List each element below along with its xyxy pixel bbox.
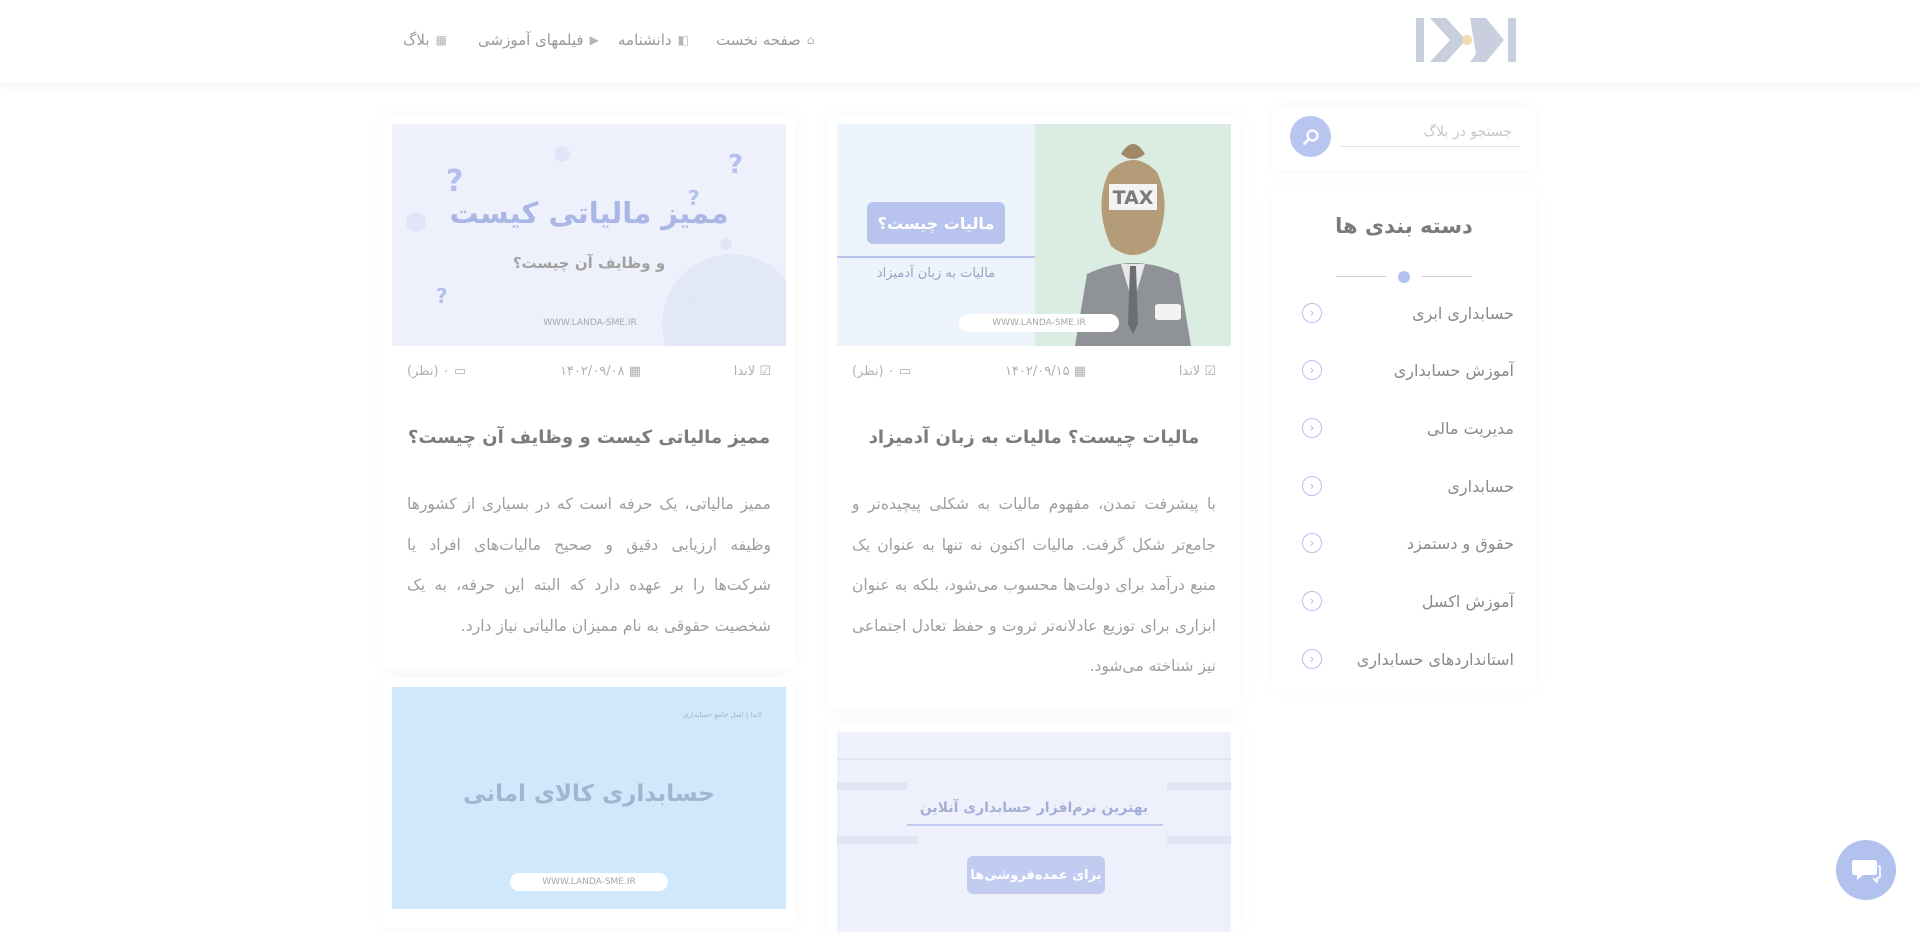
post-title[interactable]: مالیات چیست؟ مالیات به زبان آدمیزاد xyxy=(828,427,1240,448)
search-panel xyxy=(1272,106,1536,170)
search-button[interactable] xyxy=(1290,116,1331,157)
categories-panel: دسته بندی ها حسابداری ابری ‹ آموزش حسابد… xyxy=(1272,190,1536,690)
post-date: ▦ ۱۴۰۲/۰۹/۱۵ xyxy=(1004,364,1086,379)
thumb-title: ممیز مالیاتی کیست xyxy=(449,196,729,230)
thumb-top-note: لاندا | اصل جامع حسابداری xyxy=(682,711,762,719)
search-input[interactable] xyxy=(1340,118,1520,147)
site-header: ⌂ صفحه نخست ◧ دانشنامه ▶ فیلمهای آموزشی … xyxy=(0,0,1920,83)
category-item[interactable]: آموزش اکسل ‹ xyxy=(1302,586,1514,616)
comment-icon: ▭ xyxy=(449,364,467,379)
thumb-url: WWW.LANDA-SME.IR xyxy=(959,314,1119,332)
post-thumbnail[interactable]: لاندا | اصل جامع حسابداری حسابداری کالای… xyxy=(392,687,786,909)
category-item[interactable]: حقوق و دستمزد ‹ xyxy=(1302,528,1514,558)
post-author[interactable]: ☑ لاندا xyxy=(734,364,771,379)
calendar-icon: ▦ xyxy=(435,33,447,47)
chevron-left-icon: ‹ xyxy=(1302,360,1322,380)
post-date: ▦ ۱۴۰۲/۰۹/۰۸ xyxy=(559,364,641,379)
svg-text:TAX: TAX xyxy=(1113,187,1154,209)
post-card: ممیز مالیاتی کیست و وظایف آن چیست؟ ? ? ?… xyxy=(383,114,795,668)
landa-logo[interactable] xyxy=(1414,16,1518,64)
post-thumbnail[interactable]: ممیز مالیاتی کیست و وظایف آن چیست؟ ? ? ?… xyxy=(392,124,786,346)
tax-man-illustration: TAX xyxy=(1075,144,1191,346)
chevron-left-icon: ‹ xyxy=(1302,649,1322,669)
chat-button[interactable] xyxy=(1836,840,1896,900)
chat-icon xyxy=(1852,860,1881,883)
category-item[interactable]: مدیریت مالی ‹ xyxy=(1302,413,1514,443)
search-icon xyxy=(1302,128,1319,145)
chevron-left-icon: ‹ xyxy=(1302,418,1322,438)
question-mark: ? xyxy=(728,150,744,180)
post-thumbnail[interactable]: TAX مالیات چیست؟ مالیات به زبان آدمیزاد … xyxy=(837,124,1231,346)
post-excerpt: با پیشرفت تمدن، مفهوم مالیات به شکلی پیچ… xyxy=(852,495,1216,675)
post-comments[interactable]: ▭ ۰ (نظر) xyxy=(852,364,911,379)
nav-item-home[interactable]: ⌂ صفحه نخست xyxy=(716,28,814,52)
thumb-decoration xyxy=(406,146,786,346)
comment-icon: ▭ xyxy=(894,364,912,379)
thumb-title: بهترین نرم‌افزار حسابداری آنلاین xyxy=(919,800,1149,816)
post-card: بهترین نرم‌افزار حسابداری آنلاین برای عم… xyxy=(828,722,1240,932)
thumb-url: WWW.LANDA-SME.IR xyxy=(510,873,668,891)
nav-item-videos[interactable]: ▶ فیلمهای آموزشی xyxy=(478,28,599,52)
post-author[interactable]: ☑ لاندا xyxy=(1179,364,1216,379)
edit-icon: ☑ xyxy=(1200,364,1216,379)
post-card: TAX مالیات چیست؟ مالیات به زبان آدمیزاد … xyxy=(828,114,1240,708)
nav-item-blog[interactable]: ▦ بلاگ xyxy=(403,28,447,52)
thumb-title: حسابداری کالای امانی xyxy=(463,781,715,807)
category-item[interactable]: آموزش حسابداری ‹ xyxy=(1302,355,1514,385)
chevron-left-icon: ‹ xyxy=(1302,533,1322,553)
chevron-left-icon: ‹ xyxy=(1302,303,1322,323)
title-divider xyxy=(1336,270,1472,284)
category-item[interactable]: استانداردهای حسابداری ‹ xyxy=(1302,644,1514,674)
post-card: لاندا | اصل جامع حسابداری حسابداری کالای… xyxy=(383,678,795,928)
categories-title: دسته بندی ها xyxy=(1335,214,1473,238)
thumb-url: WWW.LANDA-SME.IR xyxy=(543,318,637,328)
calendar-icon: ▦ xyxy=(624,364,641,379)
chevron-left-icon: ‹ xyxy=(1302,476,1322,496)
question-mark: ? xyxy=(688,186,700,210)
calendar-icon: ▦ xyxy=(1069,364,1086,379)
thumb-subtitle: و وظایف آن چیست؟ xyxy=(512,254,666,272)
thumb-badge: مالیات چیست؟ xyxy=(867,202,1005,244)
home-icon: ⌂ xyxy=(806,33,815,47)
post-meta: ☑ لاندا ▦ ۱۴۰۲/۰۹/۱۵ ▭ ۰ (نظر) xyxy=(852,364,1216,384)
book-icon: ◧ xyxy=(677,33,689,47)
post-excerpt: ممیز مالیاتی، یک حرفه است که در بسیاری ا… xyxy=(407,495,771,635)
post-meta: ☑ لاندا ▦ ۱۴۰۲/۰۹/۰۸ ▭ ۰ (نظر) xyxy=(407,364,771,384)
thumb-subtitle: مالیات به زبان آدمیزاد xyxy=(876,266,996,281)
category-item[interactable]: حسابداری ابری ‹ xyxy=(1302,298,1514,328)
chevron-left-icon: ‹ xyxy=(1302,591,1322,611)
nav-item-encyclopedia[interactable]: ◧ دانشنامه xyxy=(618,28,689,52)
post-thumbnail[interactable]: بهترین نرم‌افزار حسابداری آنلاین برای عم… xyxy=(837,732,1231,932)
post-comments[interactable]: ▭ ۰ (نظر) xyxy=(407,364,466,379)
category-item[interactable]: حسابداری ‹ xyxy=(1302,471,1514,501)
question-mark: ? xyxy=(436,284,448,308)
post-title[interactable]: ممیز مالیاتی کیست و وظایف آن چیست؟ xyxy=(383,427,795,448)
video-icon: ▶ xyxy=(589,33,599,47)
edit-icon: ☑ xyxy=(755,364,771,379)
question-mark: ? xyxy=(446,164,464,199)
thumb-badge: برای عمده‌فروشی‌ها xyxy=(967,856,1105,894)
